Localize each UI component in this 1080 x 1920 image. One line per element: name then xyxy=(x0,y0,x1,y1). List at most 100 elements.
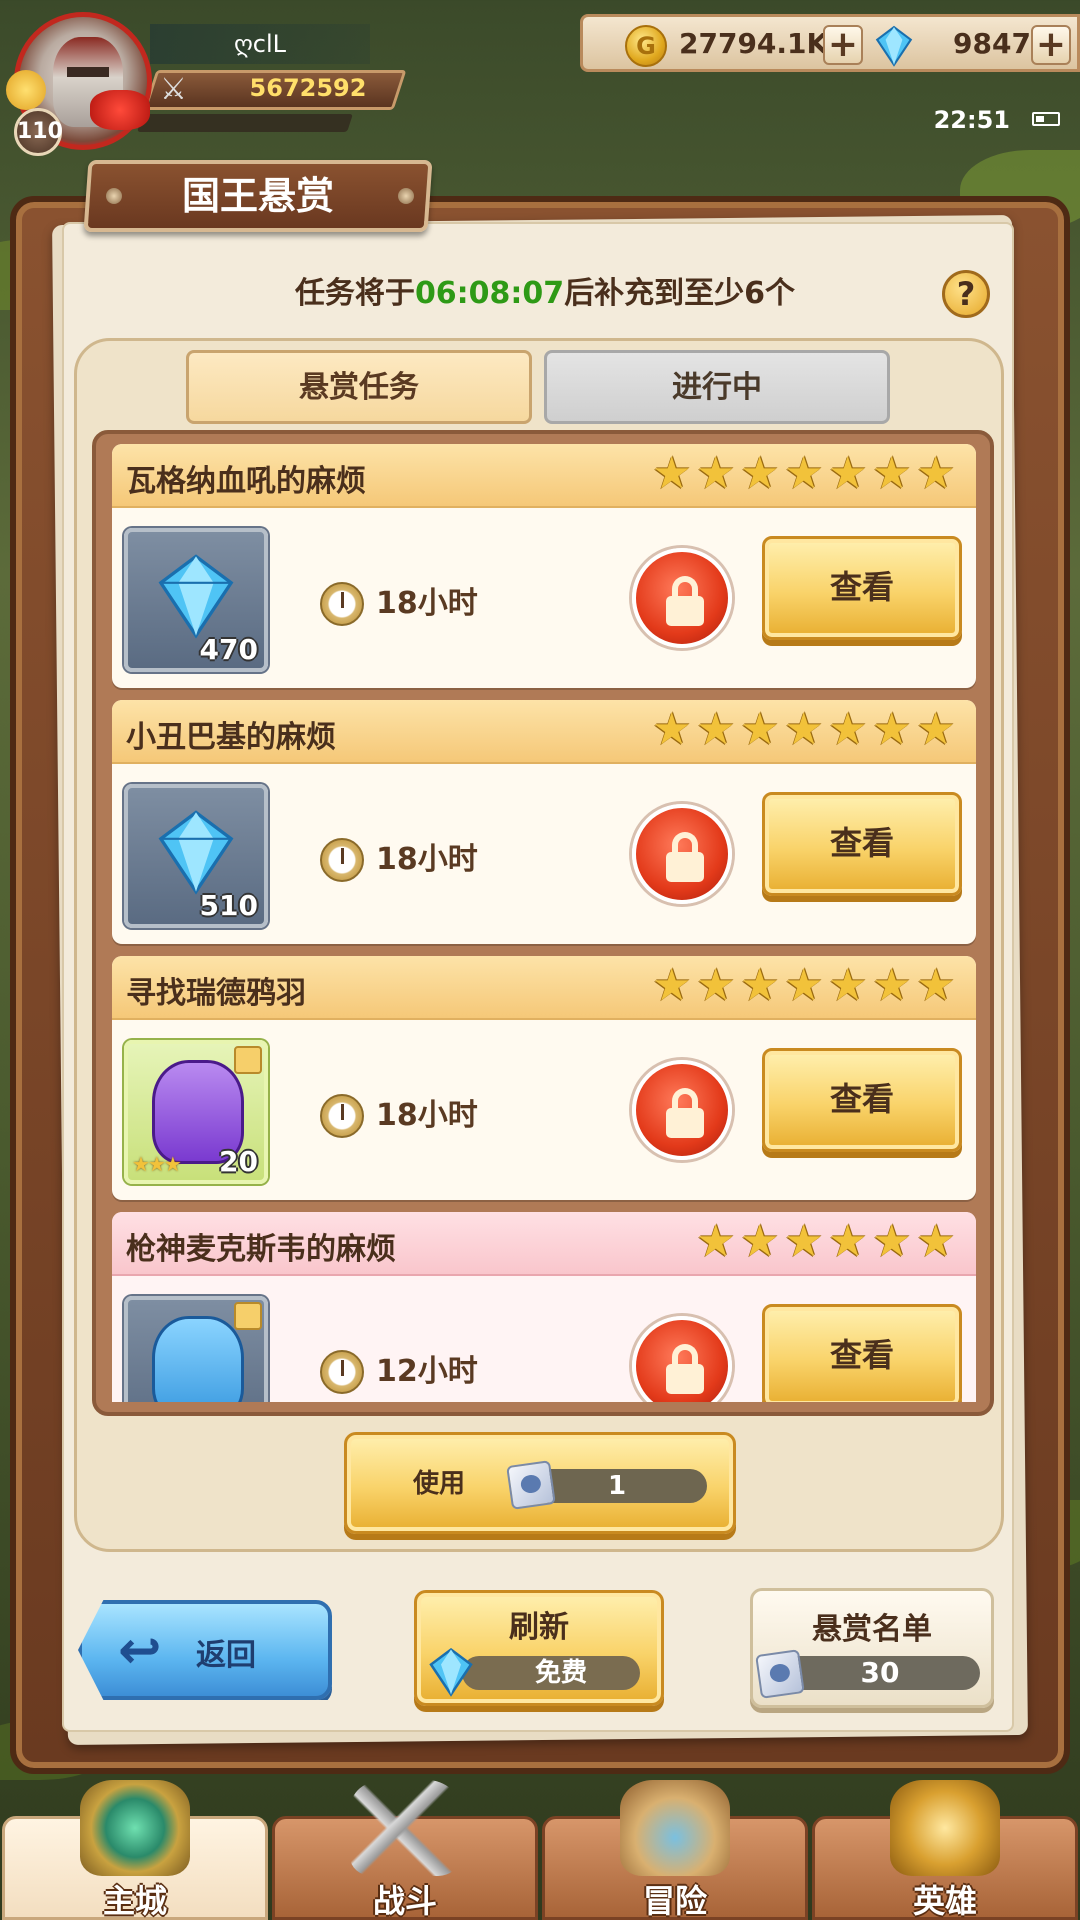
star-icon: ★ xyxy=(872,704,912,755)
view-button[interactable]: 查看 xyxy=(762,1048,962,1152)
gem-icon xyxy=(875,25,913,67)
quest-stars: ★ ★ ★ ★ ★ ★ ★ xyxy=(652,704,958,755)
puzzle-piece-icon xyxy=(234,1302,262,1330)
quest-stars: ★ ★ ★ ★ ★ ★ ★ xyxy=(652,960,958,1011)
view-button[interactable]: 查看 xyxy=(762,1304,962,1402)
gem-icon xyxy=(158,554,234,639)
refill-suffix: 后补充到至少6个 xyxy=(564,276,796,311)
player-level-badge: 110 xyxy=(14,108,63,156)
tab-in-progress[interactable]: 进行中 xyxy=(544,350,890,424)
resource-bar: G 27794.1K + 9847 + xyxy=(580,14,1080,72)
clock-icon xyxy=(320,838,364,882)
quest-title: 小丑巴基的麻烦 xyxy=(126,720,336,755)
quest-header: 瓦格纳血吼的麻烦 ★ ★ ★ ★ ★ ★ ★ xyxy=(112,444,976,508)
reward-quantity: 25 xyxy=(219,1401,258,1402)
status-time: 22:51 xyxy=(933,106,1010,134)
player-panel[interactable]: ღclL ⚔ 5672592 110 xyxy=(0,0,410,165)
refill-timer: 06:08:07 xyxy=(414,276,565,311)
star-icon: ★ xyxy=(652,704,692,755)
ribbon-bow-icon xyxy=(90,90,150,130)
use-count: 1 xyxy=(607,1471,627,1501)
reward-slot[interactable]: ★★★ 20 xyxy=(124,1040,268,1184)
star-icon: ★ xyxy=(740,704,780,755)
star-icon: ★ xyxy=(916,960,956,1011)
gem-amount: 9847 xyxy=(953,27,1031,60)
view-button[interactable]: 查看 xyxy=(762,536,962,640)
nav-label: 主城 xyxy=(102,1882,167,1920)
star-icon: ★ xyxy=(784,1216,824,1267)
gem-icon xyxy=(429,1647,473,1697)
star-icon: ★ xyxy=(740,1216,780,1267)
quest-duration: 18小时 xyxy=(376,586,478,621)
quest-card: 小丑巴基的麻烦 ★ ★ ★ ★ ★ ★ ★ 510 18小时 查看 xyxy=(112,700,976,944)
blue-helmet-shard-icon xyxy=(152,1316,244,1402)
lock-button[interactable] xyxy=(632,804,732,904)
crossed-swords-icon: ⚔ xyxy=(160,72,187,107)
lock-body xyxy=(666,1364,704,1394)
star-icon: ★ xyxy=(696,448,736,499)
use-label: 使用 xyxy=(413,1469,466,1499)
tab-bounty-tasks[interactable]: 悬赏任务 xyxy=(186,350,532,424)
reward-quantity: 470 xyxy=(199,633,258,666)
player-power: 5672592 xyxy=(249,74,367,102)
refill-notice: 任务将于06:08:07后补充到至少6个 xyxy=(120,268,970,312)
crossed-swords-icon xyxy=(350,1780,460,1876)
battery-icon xyxy=(1032,112,1060,126)
star-icon: ★ xyxy=(784,704,824,755)
quest-duration: 18小时 xyxy=(376,1098,478,1133)
reward-slot[interactable]: 25 xyxy=(124,1296,268,1402)
use-scroll-button[interactable]: 使用 1 xyxy=(344,1432,736,1534)
refresh-label: 刷新 xyxy=(509,1610,569,1645)
star-icon: ★ xyxy=(652,448,692,499)
star-icon: ★ xyxy=(696,1216,736,1267)
refill-prefix: 任务将于 xyxy=(294,276,415,311)
star-icon: ★ xyxy=(652,960,692,1011)
quest-stars: ★ ★ ★ ★ ★ ★ xyxy=(696,1216,958,1267)
lock-body xyxy=(666,1108,704,1138)
bounty-list-label: 悬赏名单 xyxy=(812,1612,932,1647)
star-icon: ★ xyxy=(916,1216,956,1267)
quest-card: 枪神麦克斯韦的麻烦 ★★★★★★ 25 12小时 查看 xyxy=(112,1212,976,1402)
add-gem-button[interactable]: + xyxy=(1031,25,1071,65)
star-icon: ★ xyxy=(696,704,736,755)
refresh-cost: 免费 xyxy=(534,1658,587,1688)
back-arrow-icon: ↩ xyxy=(118,1621,162,1681)
star-icon: ★ xyxy=(740,960,780,1011)
quest-card: 寻找瑞德鸦羽 ★ ★ ★ ★ ★ ★ ★ ★★★ 20 18小时 查看 xyxy=(112,956,976,1200)
quest-header: 枪神麦克斯韦的麻烦 ★ ★ ★ ★ ★ ★ xyxy=(112,1212,976,1276)
star-icon: ★ xyxy=(784,448,824,499)
lock-body xyxy=(666,596,704,626)
quest-header: 小丑巴基的麻烦 ★ ★ ★ ★ ★ ★ ★ xyxy=(112,700,976,764)
reward-slot[interactable]: 510 xyxy=(124,784,268,928)
castle-portal-icon xyxy=(80,1780,190,1876)
clock-icon xyxy=(320,582,364,626)
hero-emblem-icon xyxy=(890,1780,1000,1876)
star-icon: ★ xyxy=(828,448,868,499)
lock-button[interactable] xyxy=(632,1060,732,1160)
help-button[interactable]: ? xyxy=(942,270,990,318)
star-icon: ★ xyxy=(740,448,780,499)
exp-bar xyxy=(137,114,353,132)
back-label: 返回 xyxy=(196,1638,256,1673)
view-button[interactable]: 查看 xyxy=(762,792,962,896)
clock-icon xyxy=(320,1094,364,1138)
puzzle-piece-icon xyxy=(234,1046,262,1074)
clock-icon xyxy=(320,1350,364,1394)
bounty-list-count: 30 xyxy=(860,1656,900,1689)
star-icon: ★ xyxy=(872,448,912,499)
quest-duration: 12小时 xyxy=(376,1354,478,1389)
quest-title: 枪神麦克斯韦的麻烦 xyxy=(126,1232,396,1267)
star-icon: ★ xyxy=(828,1216,868,1267)
lock-button[interactable] xyxy=(632,548,732,648)
star-icon: ★ xyxy=(872,960,912,1011)
quest-header: 寻找瑞德鸦羽 ★ ★ ★ ★ ★ ★ ★ xyxy=(112,956,976,1020)
reward-stars: ★★★ xyxy=(132,1152,182,1176)
lock-button[interactable] xyxy=(632,1316,732,1402)
quest-list[interactable]: 瓦格纳血吼的麻烦 ★ ★ ★ ★ ★ ★ ★ 470 18小时 查看 小丑巴基的… xyxy=(92,430,994,1416)
star-icon: ★ xyxy=(784,960,824,1011)
reward-slot[interactable]: 470 xyxy=(124,528,268,672)
add-gold-button[interactable]: + xyxy=(823,25,863,65)
star-icon: ★ xyxy=(916,448,956,499)
reward-quantity: 510 xyxy=(199,889,258,922)
nav-label: 冒险 xyxy=(642,1882,707,1920)
